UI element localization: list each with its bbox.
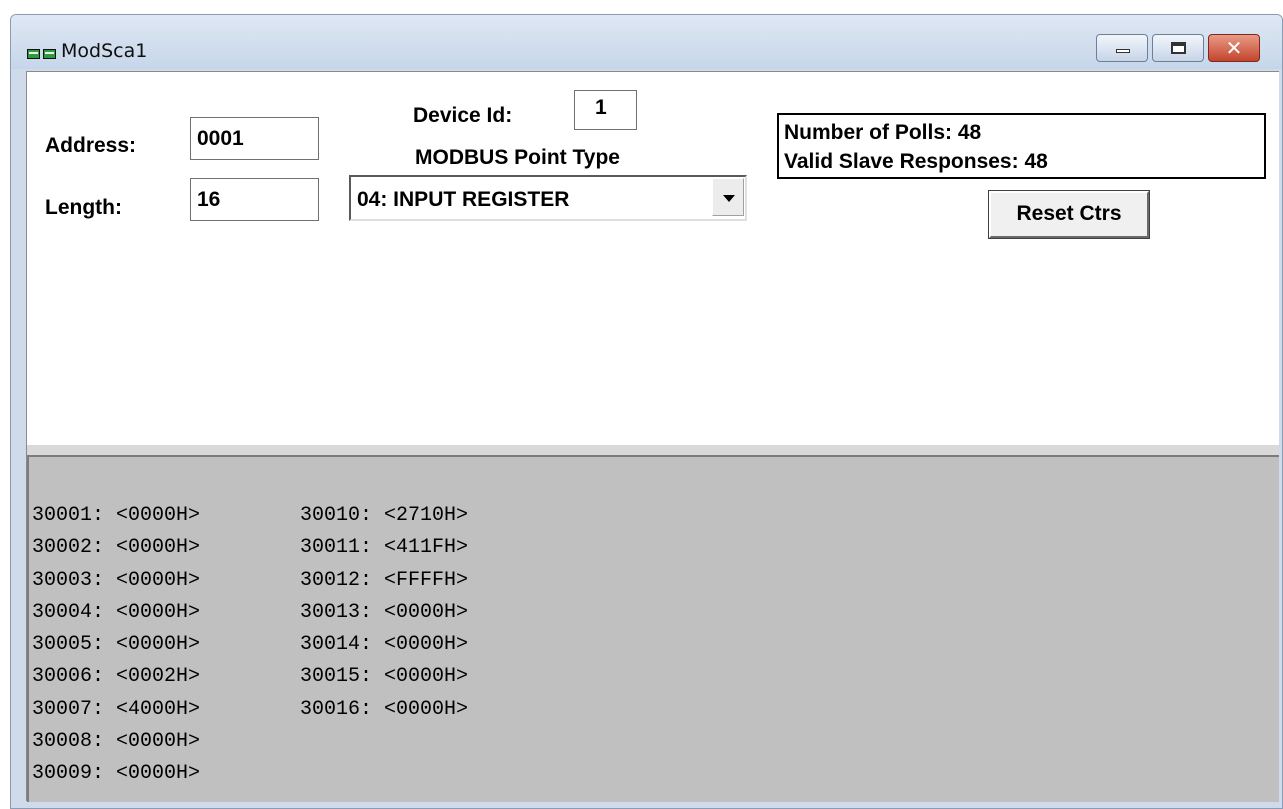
register-row: 30003: <0000H> bbox=[32, 568, 201, 592]
window-title: ModSca1 bbox=[61, 40, 148, 62]
register-row: 30013: <0000H> bbox=[300, 600, 469, 624]
point-type-select[interactable]: 04: INPUT REGISTER bbox=[349, 175, 747, 221]
address-field[interactable]: 0001 bbox=[190, 117, 319, 160]
register-data-pane: 30001: <0000H> 30002: <0000H> 30003: <00… bbox=[27, 457, 1279, 802]
length-label: Length: bbox=[45, 196, 122, 219]
register-row: 30011: <411FH> bbox=[300, 536, 469, 560]
close-button[interactable]: ✕ bbox=[1208, 34, 1260, 62]
register-column-2: 30010: <2710H> 30011: <411FH> 30012: <FF… bbox=[300, 500, 468, 726]
title-bar[interactable]: ModSca1 ✕ bbox=[11, 15, 1282, 69]
maximize-button[interactable] bbox=[1152, 34, 1204, 62]
poll-counters-box: Number of Polls: 48 Valid Slave Response… bbox=[777, 113, 1266, 179]
pane-splitter[interactable] bbox=[27, 445, 1279, 457]
app-window: ModSca1 ✕ Address: 0001 Length: 16 Devic… bbox=[10, 14, 1283, 809]
device-id-field[interactable]: 1 bbox=[574, 90, 637, 130]
register-row: 30001: <0000H> bbox=[32, 504, 201, 527]
valid-slave-responses: Valid Slave Responses: 48 bbox=[784, 150, 1048, 173]
register-row: 30002: <0000H> bbox=[32, 536, 201, 560]
device-id-label: Device Id: bbox=[413, 104, 513, 127]
maximize-icon bbox=[1171, 42, 1186, 54]
register-row: 30014: <0000H> bbox=[300, 633, 469, 657]
register-row: 30010: <2710H> bbox=[300, 504, 469, 527]
register-row: 30009: <0000H> bbox=[32, 762, 201, 786]
minimize-icon bbox=[1116, 49, 1130, 53]
modscan-app-icon bbox=[27, 49, 59, 61]
register-row: 30004: <0000H> bbox=[32, 600, 201, 624]
register-row: 30006: <0002H> bbox=[32, 665, 201, 689]
register-row: 30012: <FFFFH> bbox=[300, 568, 469, 592]
register-row: 30007: <4000H> bbox=[32, 697, 201, 721]
register-column-1: 30001: <0000H> 30002: <0000H> 30003: <00… bbox=[32, 500, 200, 791]
minimize-button[interactable] bbox=[1096, 34, 1148, 62]
reset-counters-button[interactable]: Reset Ctrs bbox=[988, 190, 1150, 239]
register-row: 30015: <0000H> bbox=[300, 665, 469, 689]
chevron-down-icon bbox=[723, 195, 735, 202]
client-area: Address: 0001 Length: 16 Device Id: 1 MO… bbox=[26, 71, 1279, 802]
length-field[interactable]: 16 bbox=[190, 178, 319, 221]
register-row: 30008: <0000H> bbox=[32, 730, 201, 754]
point-type-value: 04: INPUT REGISTER bbox=[357, 188, 570, 211]
register-row: 30005: <0000H> bbox=[32, 633, 201, 657]
close-icon: ✕ bbox=[1225, 36, 1243, 60]
address-label: Address: bbox=[45, 134, 137, 157]
point-type-label: MODBUS Point Type bbox=[415, 146, 620, 169]
register-row: 30016: <0000H> bbox=[300, 697, 469, 721]
dropdown-button[interactable] bbox=[712, 178, 744, 216]
number-of-polls: Number of Polls: 48 bbox=[784, 121, 982, 144]
